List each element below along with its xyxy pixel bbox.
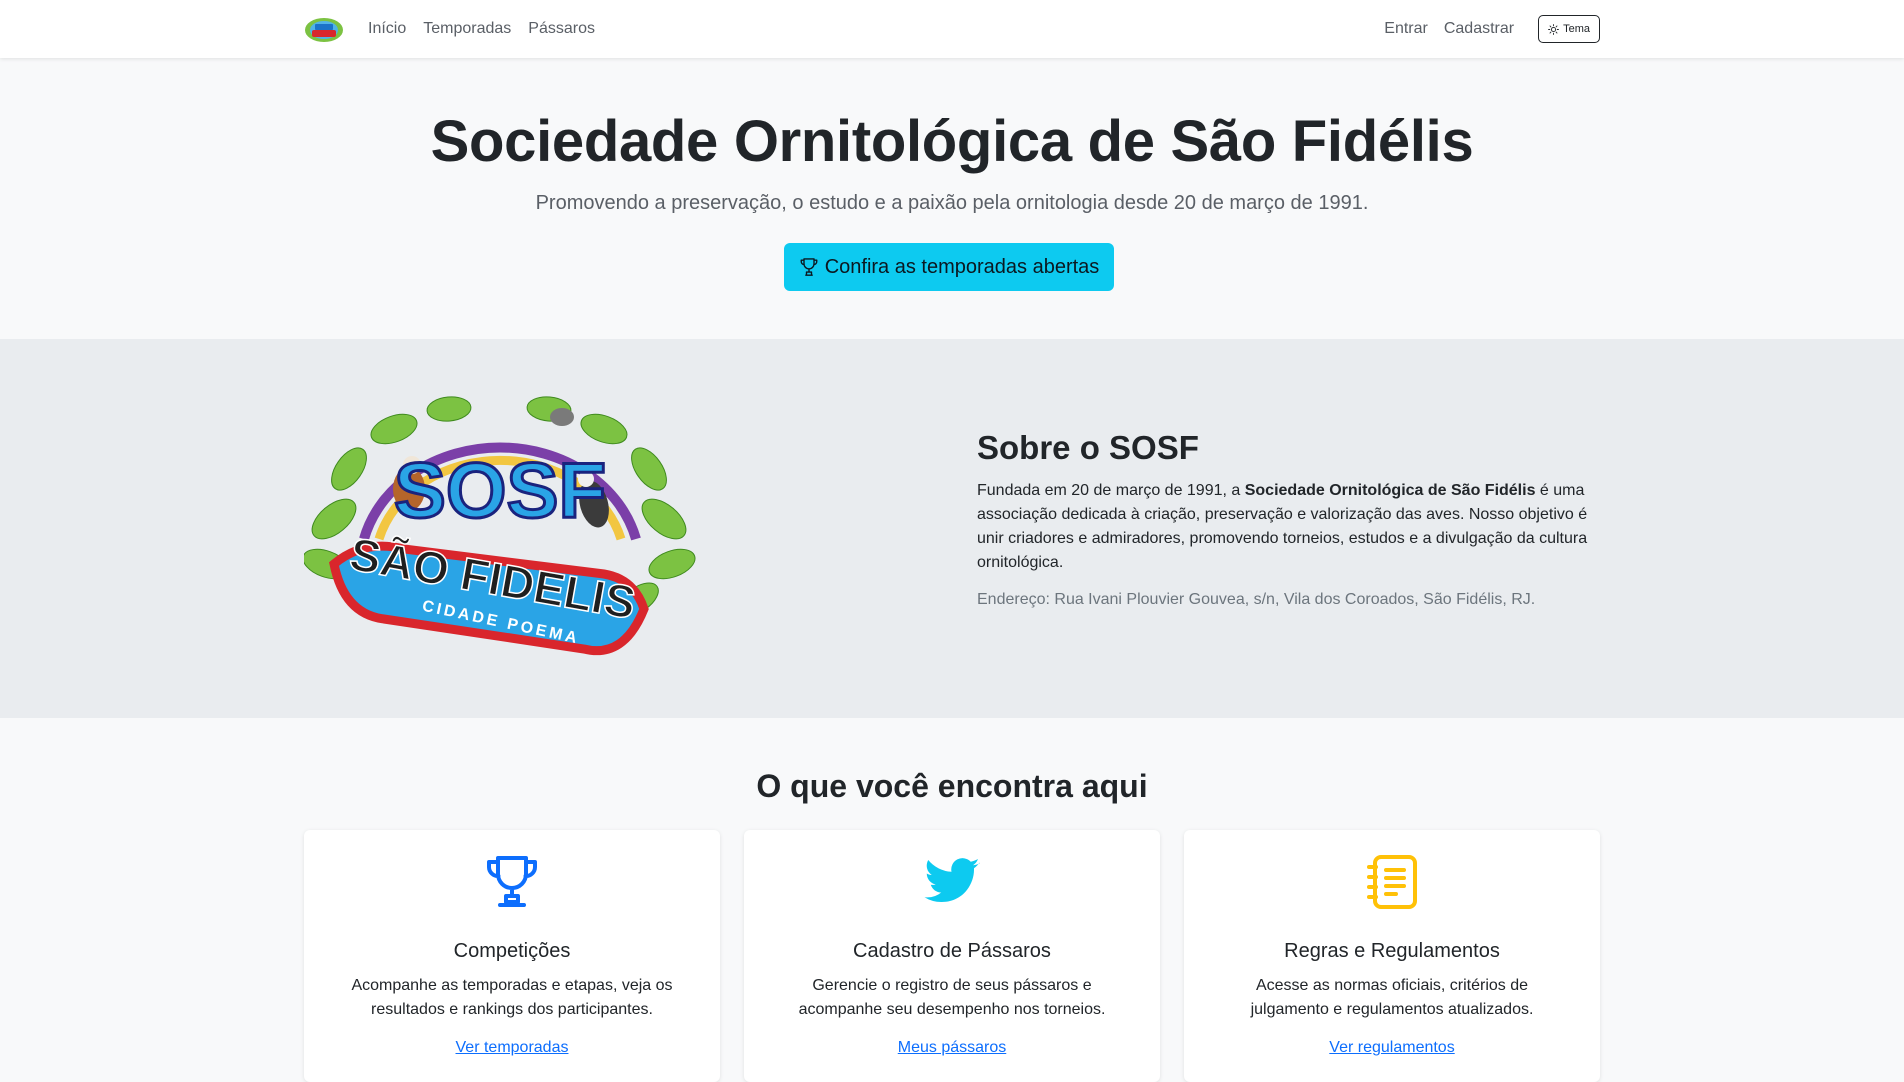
login-link[interactable]: Entrar bbox=[1384, 20, 1428, 38]
feature-card-title: Regras e Regulamentos bbox=[1284, 940, 1500, 962]
feature-card-passaros: Cadastro de Pássaros Gerencie o registro… bbox=[744, 830, 1160, 1082]
sun-icon bbox=[1548, 23, 1559, 35]
about-desc-prefix: Fundada em 20 de março de 1991, a bbox=[977, 482, 1245, 499]
about-content: Sobre o SOSF Fundada em 20 de março de 1… bbox=[977, 429, 1600, 609]
open-seasons-button[interactable]: Confira as temporadas abertas bbox=[784, 243, 1114, 291]
my-birds-link[interactable]: Meus pássaros bbox=[744, 1039, 1160, 1057]
feature-card-title: Competições bbox=[453, 940, 571, 962]
feature-card-title: Cadastro de Pássaros bbox=[853, 940, 1051, 962]
about-address: Endereço: Rua Ivani Plouvier Gouvea, s/n… bbox=[977, 591, 1536, 608]
hero-subtitle: Promovendo a preservação, o estudo e a p… bbox=[535, 192, 1369, 214]
register-link[interactable]: Cadastrar bbox=[1444, 20, 1514, 38]
features-section: O que você encontra aqui Competições Aco… bbox=[0, 718, 1904, 1082]
hero-section: Sociedade Ornitológica de São Fidélis Pr… bbox=[0, 58, 1904, 339]
features-title: O que você encontra aqui bbox=[756, 768, 1148, 804]
open-seasons-label: Confira as temporadas abertas bbox=[824, 255, 1100, 278]
nav-link-inicio[interactable]: Início bbox=[368, 20, 406, 38]
theme-toggle-label: Tema bbox=[1563, 23, 1590, 35]
feature-card-text: Acompanhe as temporadas e etapas, veja o… bbox=[351, 977, 673, 1018]
feature-card-competicoes: Competições Acompanhe as temporadas e et… bbox=[304, 830, 720, 1082]
feature-card-text: Acesse as normas oficiais, critérios de … bbox=[1250, 977, 1534, 1018]
navbar-container: Início Temporadas Pássaros Entrar Cadast… bbox=[304, 0, 1600, 58]
nav-link-temporadas[interactable]: Temporadas bbox=[423, 20, 511, 38]
view-seasons-link[interactable]: Ver temporadas bbox=[304, 1039, 720, 1057]
hero-title: Sociedade Ornitológica de São Fidélis bbox=[430, 109, 1474, 174]
navbar: Início Temporadas Pássaros Entrar Cadast… bbox=[0, 0, 1904, 58]
journal-text-icon bbox=[1367, 855, 1417, 909]
about-title: Sobre o SOSF bbox=[977, 429, 1199, 466]
twitter-bird-icon bbox=[924, 858, 980, 903]
about-description: Fundada em 20 de março de 1991, a Socied… bbox=[977, 479, 1600, 575]
feature-card-text: Gerencie o registro de seus pássaros e a… bbox=[798, 977, 1106, 1018]
emblem-main-text: SOSF bbox=[394, 446, 606, 534]
sosf-small-logo[interactable] bbox=[304, 15, 344, 43]
feature-card-regras: Regras e Regulamentos Acesse as normas o… bbox=[1184, 830, 1600, 1082]
trophy-icon bbox=[486, 856, 538, 907]
about-desc-bold: Sociedade Ornitológica de São Fidélis bbox=[1244, 482, 1536, 499]
about-section: SOSF SÃO FIDELIS CIDADE POEMA Sobre o SO… bbox=[0, 339, 1904, 718]
theme-toggle-button[interactable]: Tema bbox=[1538, 15, 1600, 43]
trophy-icon bbox=[800, 258, 818, 276]
sosf-emblem-logo: SOSF SÃO FIDELIS CIDADE POEMA bbox=[304, 396, 696, 656]
nav-account: Entrar Cadastrar Tema bbox=[1384, 0, 1600, 58]
nav-primary: Início Temporadas Pássaros bbox=[368, 0, 595, 58]
nav-link-passaros[interactable]: Pássaros bbox=[528, 20, 595, 38]
view-regulations-link[interactable]: Ver regulamentos bbox=[1184, 1039, 1600, 1057]
